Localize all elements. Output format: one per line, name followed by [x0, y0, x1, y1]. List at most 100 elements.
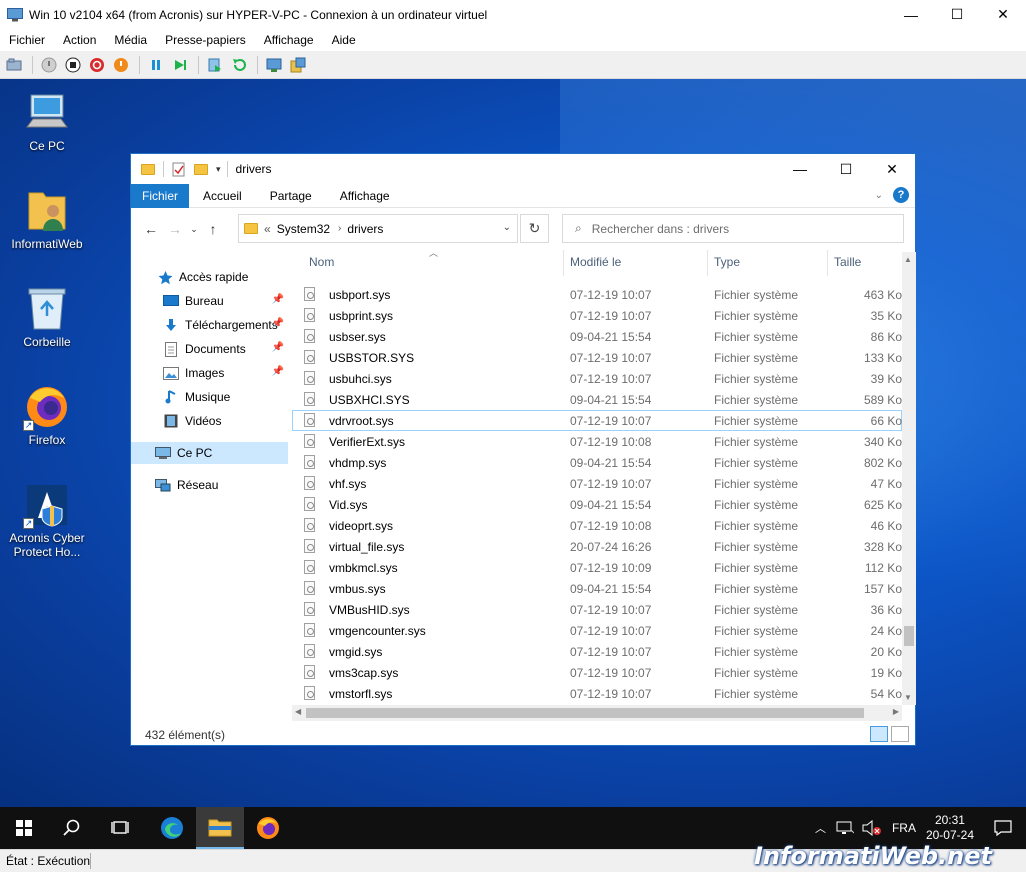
enhanced-session-icon[interactable]: [266, 57, 282, 73]
nav-item-reseau[interactable]: Réseau: [131, 474, 288, 496]
breadcrumb-system32[interactable]: System32: [277, 222, 330, 236]
table-row[interactable]: vmgid.sys 07-12-19 10:07 Fichier système 20…: [292, 641, 902, 662]
start-button[interactable]: [0, 807, 48, 849]
menu-action[interactable]: Action: [63, 33, 96, 47]
language-indicator[interactable]: FRA: [892, 821, 916, 835]
tab-partage[interactable]: Partage: [256, 184, 326, 208]
table-row[interactable]: vhf.sys 07-12-19 10:07 Fichier système 47 K…: [292, 473, 902, 494]
share-icon[interactable]: [290, 57, 306, 73]
nav-item-images[interactable]: Images 📌: [131, 362, 288, 384]
address-dropdown-chevron-icon[interactable]: ⌄: [503, 222, 511, 233]
nav-item-musique[interactable]: Musique: [131, 386, 288, 408]
breadcrumb-separator-icon[interactable]: ›: [338, 223, 341, 234]
explorer-close-button[interactable]: ✕: [869, 154, 915, 184]
nav-item-telechargements[interactable]: Téléchargements 📌: [131, 314, 288, 336]
table-row[interactable]: USBXHCI.SYS 09-04-21 15:54 Fichier système…: [292, 389, 902, 410]
menu-affichage[interactable]: Affichage: [264, 33, 314, 47]
column-header-name[interactable]: Nom: [309, 255, 334, 269]
reset-icon[interactable]: [172, 57, 188, 73]
nav-item-bureau[interactable]: Bureau 📌: [131, 290, 288, 312]
customize-qa-chevron-icon[interactable]: ▾: [216, 164, 221, 175]
shutdown-icon[interactable]: [89, 57, 105, 73]
menu-aide[interactable]: Aide: [332, 33, 356, 47]
large-icons-view-icon[interactable]: [891, 726, 909, 742]
host-close-button[interactable]: ✕: [980, 0, 1026, 29]
vertical-scrollbar[interactable]: ▲ ▼: [902, 252, 916, 705]
explorer-minimize-button[interactable]: —: [777, 154, 823, 184]
scroll-right-icon[interactable]: ▶: [893, 707, 899, 716]
turn-off-icon[interactable]: [65, 57, 81, 73]
volume-muted-icon[interactable]: [862, 820, 882, 836]
save-state-icon[interactable]: [113, 57, 129, 73]
table-row[interactable]: vmgencounter.sys 07-12-19 10:07 Fichier sy…: [292, 620, 902, 641]
notifications-icon[interactable]: [994, 820, 1012, 836]
column-header-date[interactable]: Modifié le: [570, 255, 621, 269]
pause-icon[interactable]: [148, 57, 164, 73]
search-button[interactable]: [48, 807, 96, 849]
new-folder-icon[interactable]: [194, 163, 208, 175]
forward-arrow-icon[interactable]: →: [163, 221, 187, 237]
menu-presse-papiers[interactable]: Presse-papiers: [165, 33, 246, 47]
task-view-button[interactable]: [96, 807, 144, 849]
tab-fichier[interactable]: Fichier: [131, 183, 190, 208]
table-row[interactable]: USBSTOR.SYS 07-12-19 10:07 Fichier système…: [292, 347, 902, 368]
ctrl-alt-del-icon[interactable]: [6, 57, 22, 73]
tab-affichage[interactable]: Affichage: [326, 184, 404, 208]
table-row[interactable]: usbuhci.sys 07-12-19 10:07 Fichier système…: [292, 368, 902, 389]
table-row[interactable]: Vid.sys 09-04-21 15:54 Fichier système 625 …: [292, 494, 902, 515]
host-maximize-button[interactable]: ☐: [934, 0, 980, 29]
table-row[interactable]: VerifierExt.sys 07-12-19 10:08 Fichier sys…: [292, 431, 902, 452]
menu-media[interactable]: Média: [114, 33, 147, 47]
table-row[interactable]: videoprt.sys 07-12-19 10:08 Fichier systèm…: [292, 515, 902, 536]
table-row[interactable]: vmbkmcl.sys 07-12-19 10:09 Fichier système…: [292, 557, 902, 578]
revert-icon[interactable]: [231, 57, 247, 73]
search-input[interactable]: ⌕ Rechercher dans : drivers: [562, 214, 904, 243]
scroll-thumb[interactable]: [904, 626, 914, 646]
network-status-icon[interactable]: [836, 820, 854, 836]
table-row[interactable]: vdrvroot.sys 07-12-19 10:07 Fichier systèm…: [292, 410, 902, 431]
back-arrow-icon[interactable]: ←: [139, 221, 163, 237]
menu-fichier[interactable]: Fichier: [9, 33, 45, 47]
breadcrumb-drivers[interactable]: drivers: [347, 222, 383, 236]
properties-icon[interactable]: [172, 162, 186, 177]
taskbar-firefox[interactable]: [244, 807, 292, 849]
scroll-down-icon[interactable]: ▼: [904, 693, 912, 702]
nav-quick-access[interactable]: Accès rapide: [131, 266, 288, 288]
explorer-maximize-button[interactable]: ☐: [823, 154, 869, 184]
table-row[interactable]: usbser.sys 09-04-21 15:54 Fichier système 8…: [292, 326, 902, 347]
table-row[interactable]: vmbus.sys 09-04-21 15:54 Fichier système 15…: [292, 578, 902, 599]
column-header-size[interactable]: Taille: [834, 255, 861, 269]
scroll-up-icon[interactable]: ▲: [904, 255, 912, 264]
desktop-icon-ce-pc[interactable]: Ce PC: [6, 89, 88, 153]
scroll-thumb[interactable]: [306, 708, 864, 718]
start-icon[interactable]: [41, 57, 57, 73]
taskbar-file-explorer[interactable]: [196, 807, 244, 849]
taskbar-edge[interactable]: [148, 807, 196, 849]
desktop-icon-acronis[interactable]: ↗ Acronis Cyber Protect Ho...: [6, 481, 88, 559]
table-row[interactable]: virtual_file.sys 20-07-24 16:26 Fichier sy…: [292, 536, 902, 557]
table-row[interactable]: vmstorfl.sys 07-12-19 10:07 Fichier systèm…: [292, 683, 902, 704]
details-view-icon[interactable]: [870, 726, 888, 742]
address-bar[interactable]: « System32 › drivers ⌄: [238, 214, 518, 243]
show-hidden-icons-chevron-icon[interactable]: ︿: [815, 820, 826, 836]
recent-locations-chevron-icon[interactable]: ⌄: [187, 224, 201, 235]
table-row[interactable]: VMBusHID.sys 07-12-19 10:07 Fichier systèm…: [292, 599, 902, 620]
expand-ribbon-chevron-icon[interactable]: ⌄: [875, 190, 883, 201]
help-icon[interactable]: ?: [893, 187, 909, 203]
nav-item-videos[interactable]: Vidéos: [131, 410, 288, 432]
table-row[interactable]: vms3cap.sys 07-12-19 10:07 Fichier système…: [292, 662, 902, 683]
tab-accueil[interactable]: Accueil: [189, 184, 256, 208]
table-row[interactable]: vhdmp.sys 09-04-21 15:54 Fichier système 80…: [292, 452, 902, 473]
column-header-type[interactable]: Type: [714, 255, 740, 269]
checkpoint-icon[interactable]: [207, 57, 223, 73]
host-minimize-button[interactable]: —: [888, 0, 934, 29]
table-row[interactable]: usbprint.sys 07-12-19 10:07 Fichier systèm…: [292, 305, 902, 326]
up-arrow-icon[interactable]: ↑: [201, 221, 225, 237]
breadcrumb-overflow[interactable]: «: [264, 222, 271, 236]
scroll-left-icon[interactable]: ◀: [295, 707, 301, 716]
nav-item-ce-pc[interactable]: Ce PC: [131, 442, 288, 464]
table-row[interactable]: usbport.sys 07-12-19 10:07 Fichier système…: [292, 284, 902, 305]
desktop-icon-informatiweb[interactable]: InformatiWeb: [6, 187, 88, 251]
desktop-icon-firefox[interactable]: ↗ Firefox: [6, 383, 88, 447]
nav-item-documents[interactable]: Documents 📌: [131, 338, 288, 360]
